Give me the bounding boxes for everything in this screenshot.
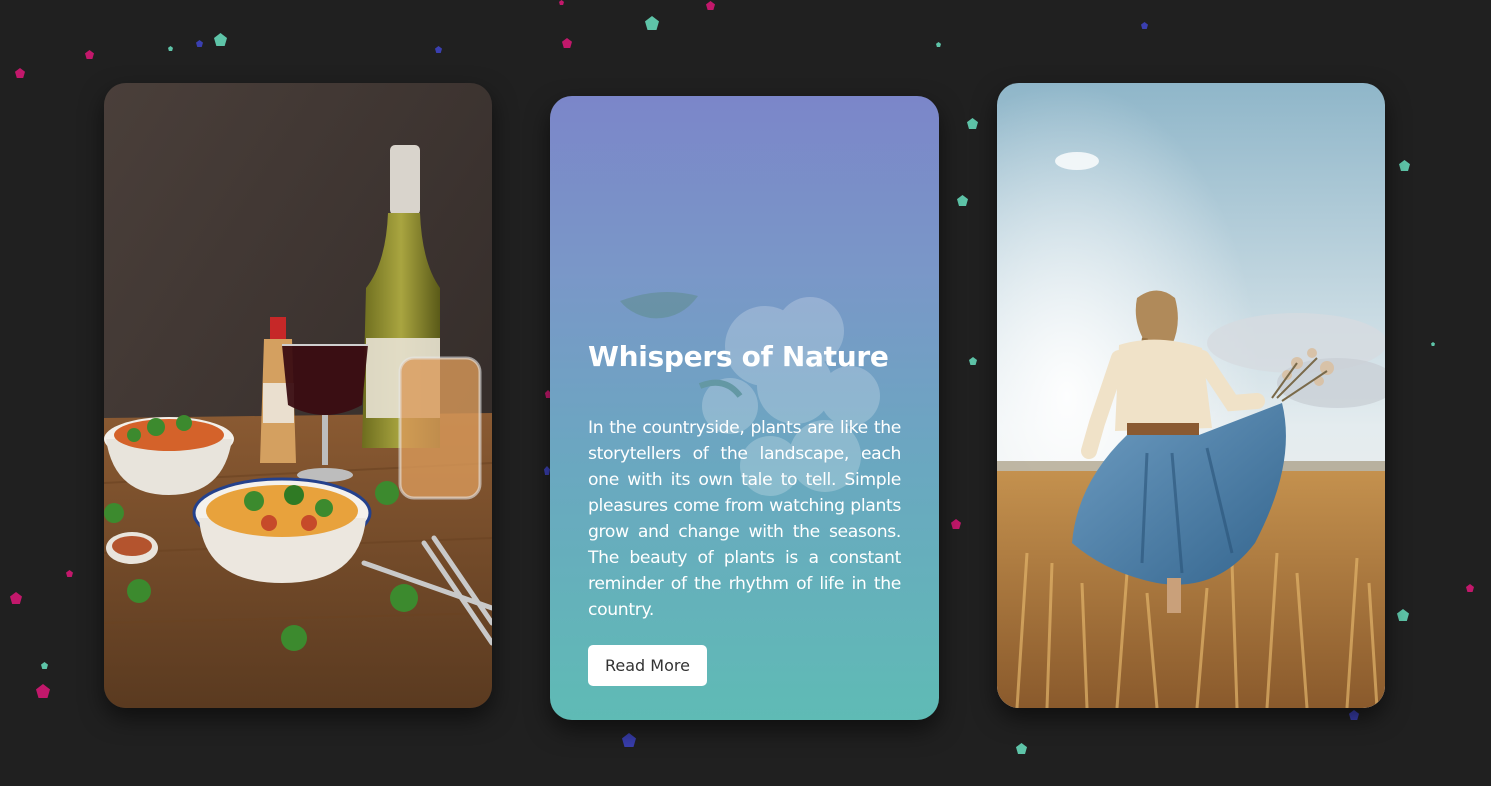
- photo-card-field: [997, 83, 1385, 708]
- photo-card-food: [104, 83, 492, 708]
- confetti-piece: [1466, 584, 1474, 592]
- field-photo: [997, 83, 1385, 708]
- confetti-piece: [10, 592, 22, 604]
- confetti-piece: [214, 33, 227, 46]
- confetti-piece: [85, 50, 94, 59]
- confetti-piece: [1397, 609, 1409, 621]
- card-content: Whispers of Nature In the countryside, p…: [588, 340, 901, 686]
- confetti-piece: [706, 1, 715, 10]
- read-more-button[interactable]: Read More: [588, 645, 707, 686]
- feature-card: Whispers of Nature In the countryside, p…: [550, 96, 939, 720]
- confetti-piece: [967, 118, 978, 129]
- page: Whispers of Nature In the countryside, p…: [0, 0, 1491, 786]
- confetti-piece: [559, 0, 564, 5]
- card-title: Whispers of Nature: [588, 340, 889, 373]
- confetti-piece: [951, 519, 961, 529]
- confetti-piece: [622, 733, 636, 747]
- confetti-piece: [1141, 22, 1148, 29]
- food-photo: [104, 83, 492, 708]
- confetti-piece: [957, 195, 968, 206]
- confetti-piece: [66, 570, 73, 577]
- confetti-piece: [196, 40, 203, 47]
- confetti-piece: [562, 38, 572, 48]
- confetti-piece: [1349, 710, 1359, 720]
- confetti-piece: [969, 357, 977, 365]
- card-description: In the countryside, plants are like the …: [588, 418, 901, 620]
- confetti-piece: [1399, 160, 1410, 171]
- confetti-piece: [936, 42, 941, 47]
- confetti-piece: [435, 46, 442, 53]
- confetti-piece: [168, 46, 173, 51]
- confetti-piece: [645, 16, 659, 30]
- confetti-piece: [36, 684, 50, 698]
- confetti-piece: [15, 68, 25, 78]
- confetti-piece: [1016, 743, 1027, 754]
- confetti-piece: [41, 662, 48, 669]
- confetti-piece: [1431, 342, 1435, 346]
